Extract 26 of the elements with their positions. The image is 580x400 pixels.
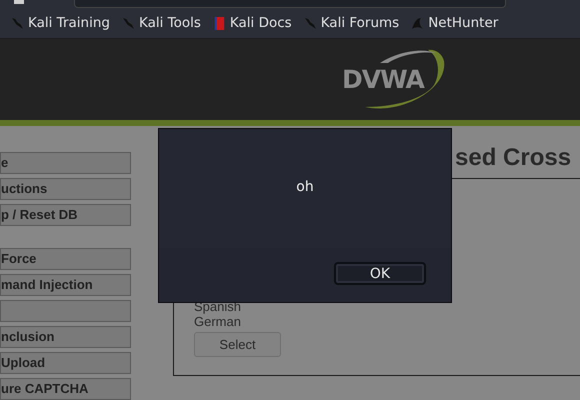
bookmark-link[interactable]: Kali Tools xyxy=(122,15,201,31)
menu-button[interactable]: e xyxy=(0,152,131,174)
logo-text: DVWA xyxy=(342,65,424,94)
book-icon xyxy=(212,16,226,30)
bookmark-link[interactable]: NetHunter xyxy=(411,15,498,31)
select-button[interactable]: Select xyxy=(194,332,281,357)
menu-button[interactable]: nclusion xyxy=(0,326,131,348)
menu-button[interactable]: uctions xyxy=(0,178,131,200)
tab-icon xyxy=(14,0,24,4)
bookmark-link[interactable]: Kali Docs xyxy=(212,15,292,31)
bookmark-link[interactable]: Kali Forums xyxy=(304,15,400,31)
menu-button[interactable]: mand Injection xyxy=(0,274,131,296)
bookmark-icon xyxy=(11,16,24,30)
menu-button[interactable]: p / Reset DB xyxy=(0,204,131,226)
bookmark-icon xyxy=(304,16,317,30)
menu-button[interactable]: ure CAPTCHA xyxy=(0,378,131,400)
menu-button[interactable]: Force xyxy=(0,248,131,270)
option-text: German xyxy=(194,314,242,329)
page-heading: sed Cross xyxy=(454,144,572,173)
menu-button[interactable]: Upload xyxy=(0,352,131,374)
menu-button[interactable] xyxy=(0,300,131,322)
bookmark-link[interactable]: Kali Training xyxy=(11,15,110,31)
ok-button[interactable]: OK xyxy=(334,262,426,285)
bookmark-icon xyxy=(411,16,424,30)
bookmark-icon xyxy=(122,16,135,30)
alert-message: oh xyxy=(296,179,314,197)
